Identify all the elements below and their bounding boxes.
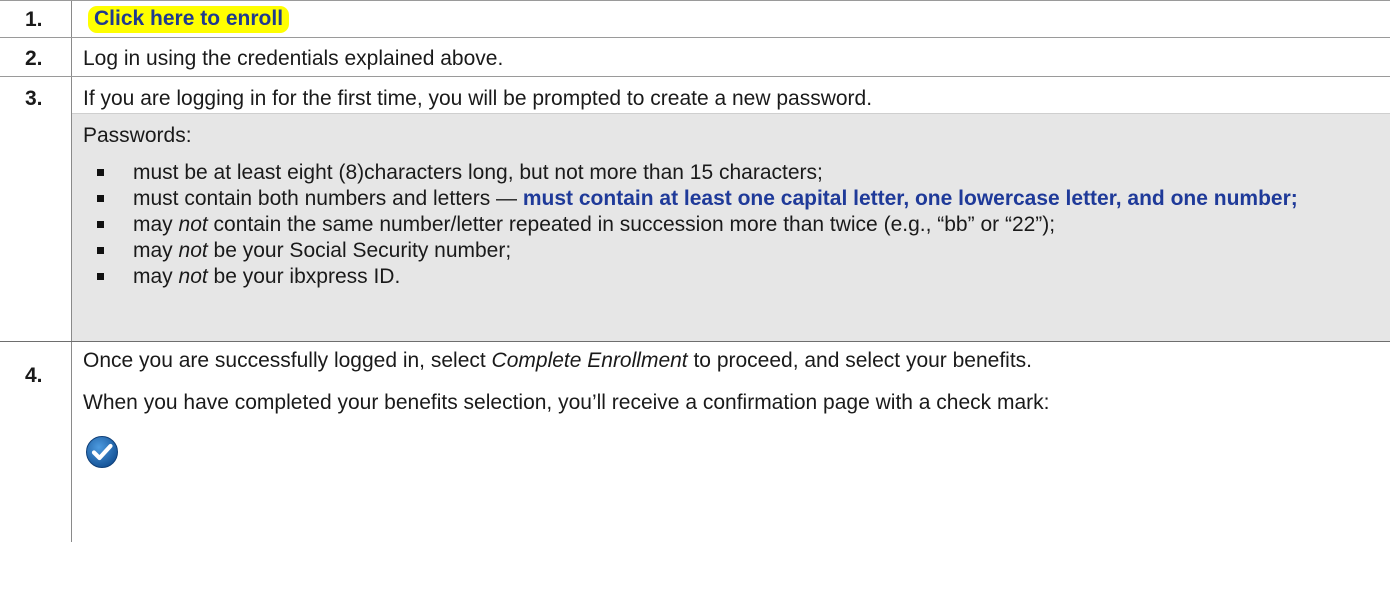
enrollment-steps-table: 1. Click here to enroll 2. Log in using … [0,0,1390,542]
square-bullet-icon [97,169,104,176]
step-text-confirmation: When you have completed your benefits se… [83,391,1050,414]
step-number: 2. [0,38,72,76]
list-item: may not be your Social Security number; [83,238,1390,264]
step-number: 3. [0,77,72,377]
step-row-1: 1. Click here to enroll [0,0,1390,37]
list-item: must contain both numbers and letters — … [83,186,1390,212]
password-rules-box: Passwords: must be at least eight (8)cha… [72,113,1390,341]
password-rules-list: must be at least eight (8)characters lon… [83,160,1390,290]
step-text: Log in using the credentials explained a… [83,47,504,70]
password-rules-heading: Passwords: [83,124,192,147]
square-bullet-icon [97,195,104,202]
check-mark-icon [86,436,118,468]
step-number: 4. [0,342,72,542]
step-text: Once you are successfully logged in, sel… [83,349,1033,372]
step-number: 1. [0,1,72,37]
emphasis-text: must contain at least one capital letter… [522,187,1298,210]
step-row-3: 3. If you are logging in for the first t… [0,76,1390,377]
square-bullet-icon [97,247,104,254]
list-item: may not contain the same number/letter r… [83,212,1390,238]
step-row-4: 4. Once you are successfully logged in, … [0,341,1390,542]
square-bullet-icon [97,273,104,280]
list-item: may not be your ibxpress ID. [83,264,1390,290]
enroll-link[interactable]: Click here to enroll [88,6,290,33]
list-item: must be at least eight (8)characters lon… [83,160,1390,186]
step-text: If you are logging in for the first time… [83,87,873,110]
step-row-2: 2. Log in using the credentials explaine… [0,37,1390,76]
square-bullet-icon [97,221,104,228]
